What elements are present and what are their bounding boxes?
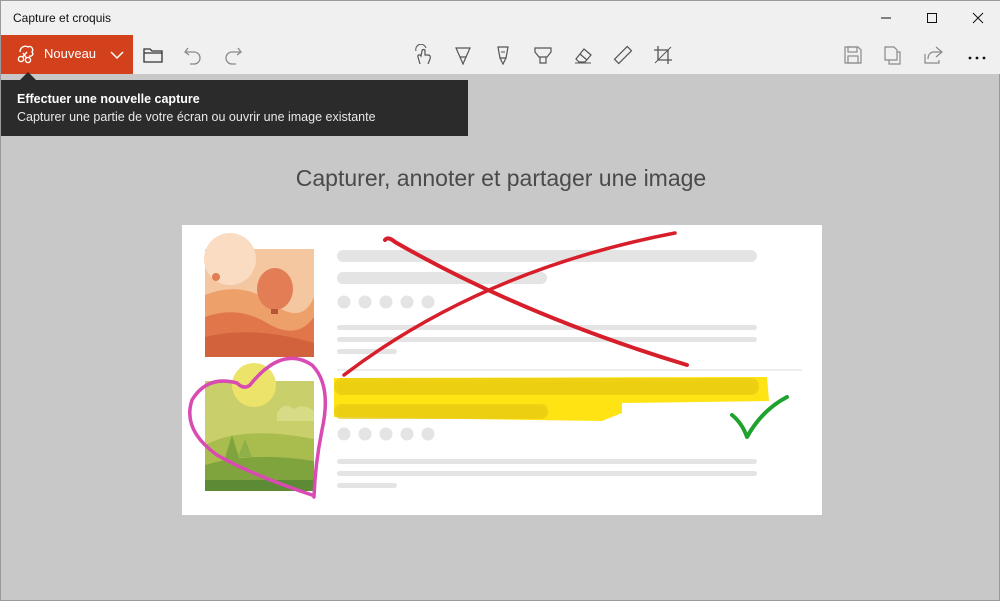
open-file-button[interactable] — [141, 43, 165, 67]
yellow-highlight-annotation — [334, 377, 769, 421]
more-icon — [968, 56, 986, 60]
more-options-button[interactable] — [965, 43, 989, 67]
copy-button[interactable] — [881, 43, 905, 67]
ballpoint-pen-tool[interactable] — [451, 43, 475, 67]
chevron-down-icon[interactable] — [109, 47, 125, 63]
toolbar: Nouveau — [1, 35, 1000, 74]
pencil-tool[interactable] — [491, 43, 515, 67]
eraser-icon — [575, 48, 592, 64]
balloon-landscape-image — [204, 233, 314, 357]
new-capture-tooltip: Effectuer une nouvelle capture Capturer … — [1, 80, 468, 136]
undo-icon — [184, 47, 201, 65]
touch-writing-icon — [415, 44, 431, 65]
crop-tool[interactable] — [651, 43, 675, 67]
app-window: Capture et croquis Nouveau Effectuer une… — [0, 0, 1000, 601]
redo-button[interactable] — [221, 43, 245, 67]
undo-button[interactable] — [181, 43, 205, 67]
highlighter-icon — [534, 47, 552, 64]
close-button[interactable] — [955, 1, 1000, 35]
copy-icon — [884, 46, 901, 65]
touch-writing-button[interactable] — [411, 43, 435, 67]
share-icon — [924, 46, 943, 64]
new-capture-label: Nouveau — [44, 46, 97, 61]
maximize-button[interactable] — [909, 1, 955, 35]
tooltip-description: Capturer une partie de votre écran ou ou… — [17, 110, 376, 124]
minimize-icon — [881, 17, 891, 19]
window-title: Capture et croquis — [13, 11, 112, 25]
welcome-headline: Capturer, annoter et partager une image — [295, 165, 707, 191]
green-checkmark-annotation — [730, 395, 789, 439]
pencil-icon — [497, 46, 509, 66]
new-capture-button[interactable]: Nouveau — [1, 35, 133, 74]
ruler-tool[interactable] — [611, 43, 635, 67]
title-bar: Capture et croquis — [1, 1, 1000, 35]
snip-icon — [17, 45, 34, 64]
ruler-icon — [613, 45, 633, 65]
save-button[interactable] — [841, 43, 865, 67]
maximize-icon — [927, 13, 937, 23]
illustration-graphic — [188, 231, 802, 499]
crop-icon — [654, 46, 672, 64]
open-folder-icon — [143, 48, 163, 63]
annotation-illustration — [182, 225, 822, 515]
save-icon — [844, 46, 862, 64]
redo-icon — [225, 47, 242, 65]
close-icon — [972, 12, 984, 24]
ballpoint-pen-icon — [455, 47, 471, 66]
minimize-button[interactable] — [863, 1, 909, 35]
eraser-tool[interactable] — [571, 43, 595, 67]
highlighter-tool[interactable] — [531, 43, 555, 67]
share-button[interactable] — [921, 43, 945, 67]
tooltip-title: Effectuer une nouvelle capture — [17, 92, 200, 106]
